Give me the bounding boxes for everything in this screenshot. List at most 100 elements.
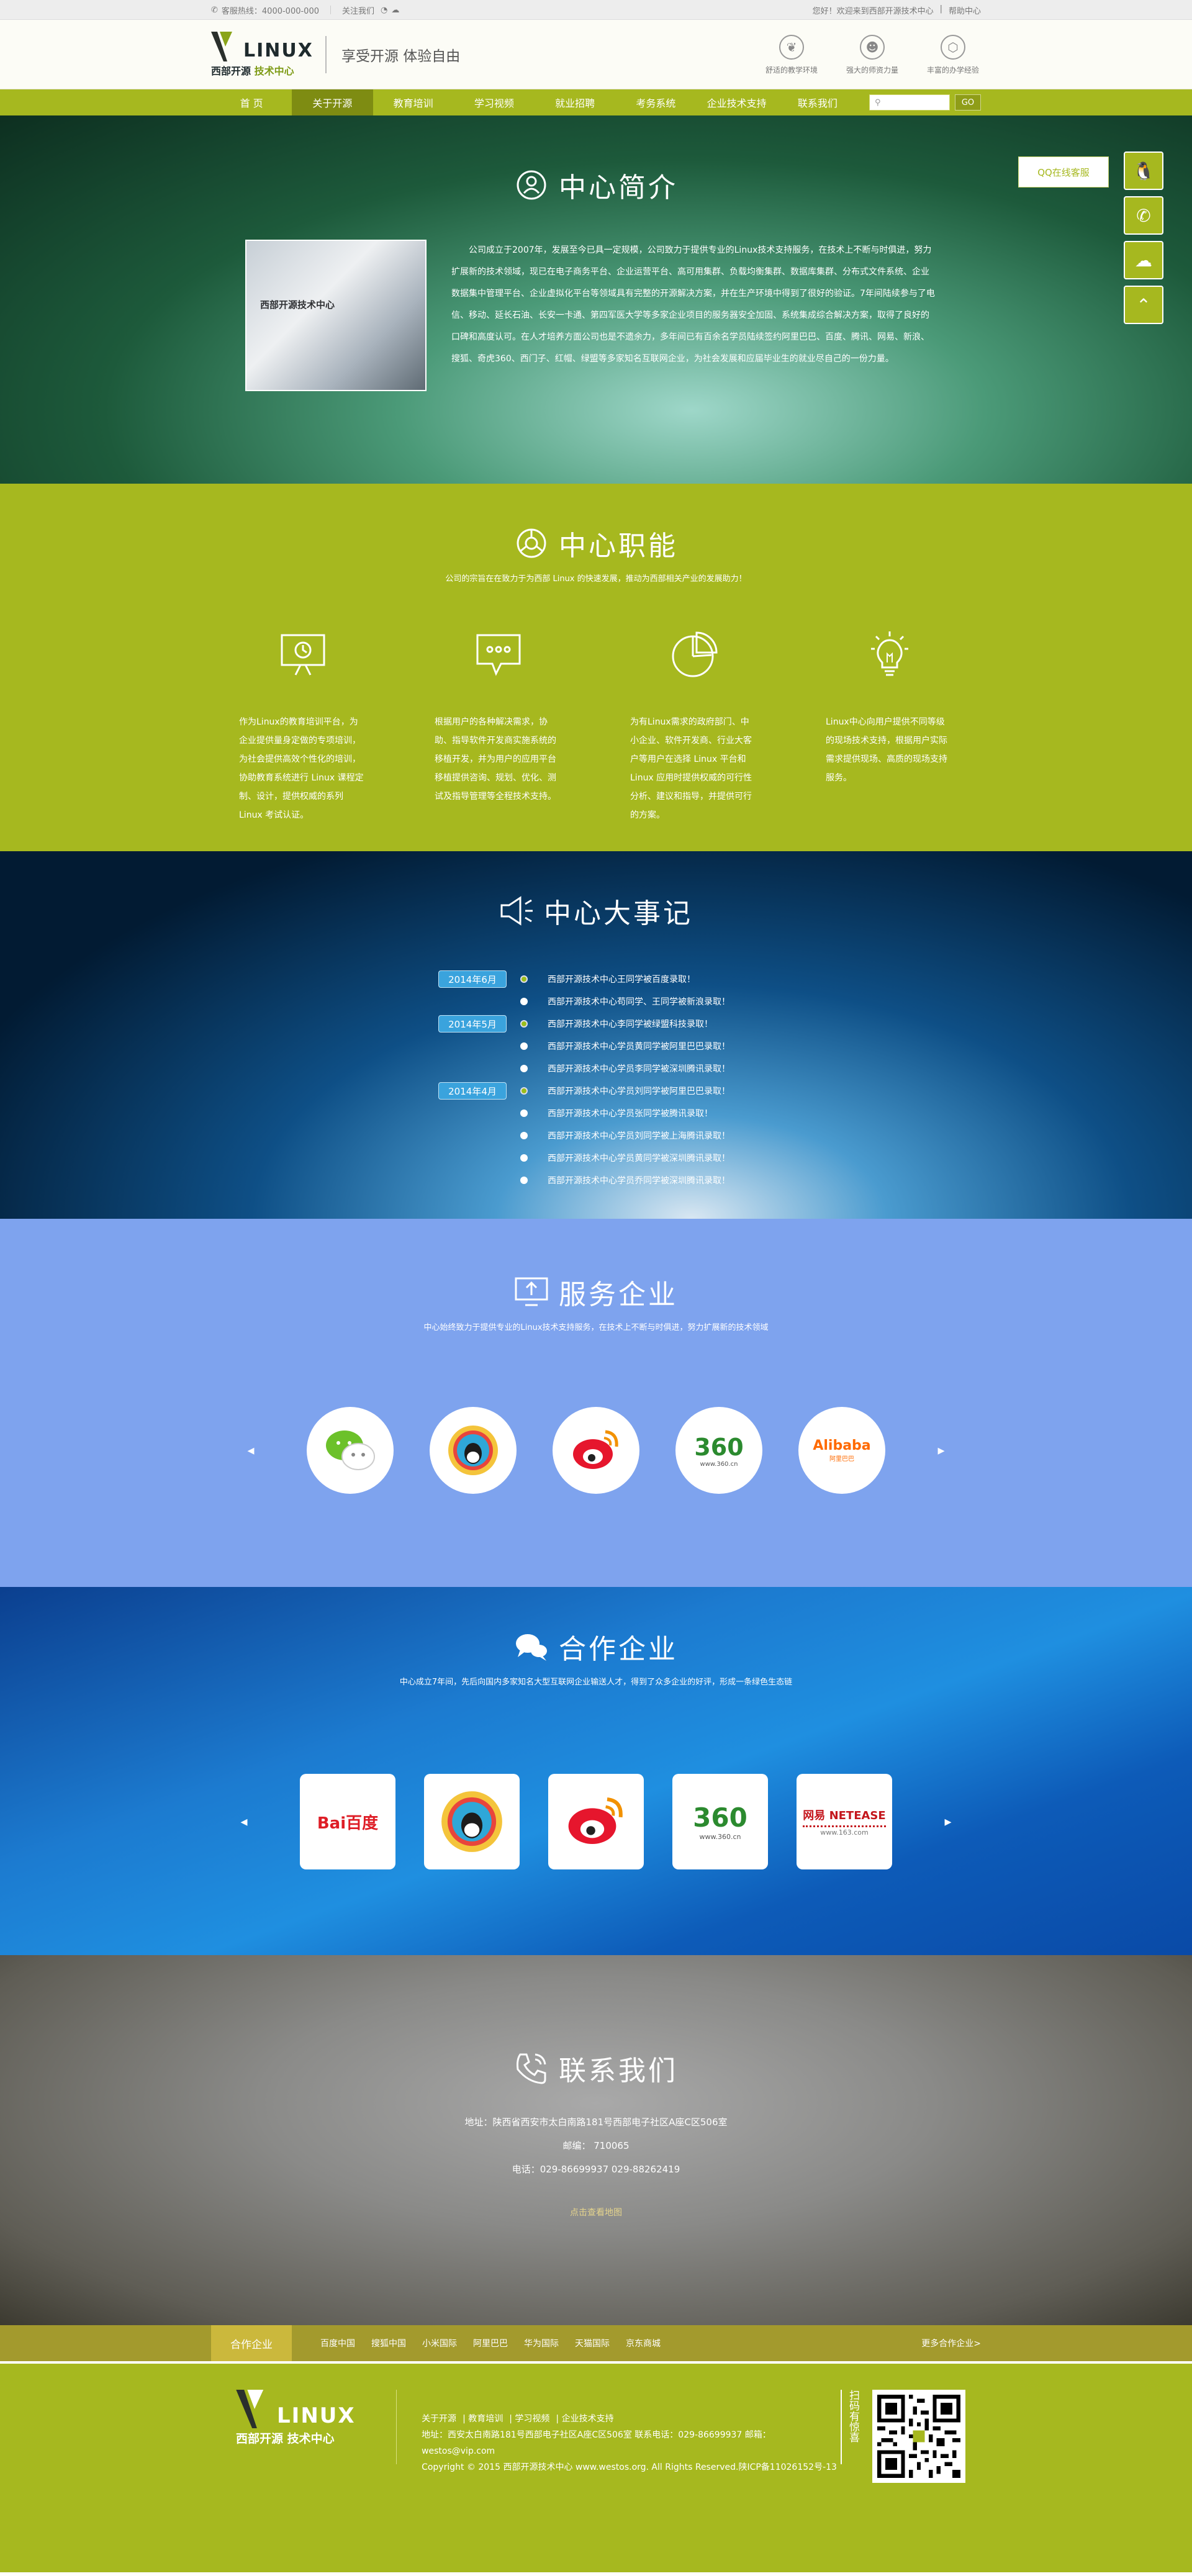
partner-link[interactable]: 小米国际 [422,2337,457,2349]
search-input[interactable]: ⚲ [869,94,950,111]
logo-word: LINUX [243,40,314,61]
contact-postcode: 邮编： 710065 [562,2140,630,2151]
partner-link[interactable]: 阿里巴巴 [473,2337,508,2349]
nav-exam[interactable]: 考务系统 [615,89,696,115]
footer-copyright: Copyright © 2015 西部开源技术中心 www.westos.org… [422,2462,837,2472]
chat-bubble-icon [471,627,526,683]
carousel-prev-button[interactable]: ◂ [238,1443,263,1458]
functions-section: 中心职能 公司的宗旨在在致力于为西部 Linux 的快速发展，推动为西部相关产业… [0,484,1192,851]
event-row: 西部开源技术中心苟同学、王同学被新浪录取！ [438,990,1192,1013]
service-subtitle: 中心始终致力于提供专业的Linux技术支持服务，在技术上不断与时俱进，努力扩展新… [423,1323,769,1332]
welcome-text: 您好！欢迎来到西部开源技术中心 [812,6,934,16]
megaphone-icon [499,893,534,928]
logo[interactable]: LINUX 西部开源 技术中心 [211,32,317,78]
footer-link[interactable]: 企业技术支持 [562,2414,614,2424]
footer: LINUX 西部开源 技术中心 关于开源 | 教育培训 | 学习视频 | 企业技术支持… [0,2361,1192,2572]
pie-chart-icon [666,627,722,683]
360-logo[interactable]: 360 www.360.cn [672,1774,768,1869]
feature-experience: ⬡ 丰富的办学经验 [925,34,981,75]
weibo-icon[interactable]: ◔ [381,6,387,15]
partner-link[interactable]: 百度中国 [320,2337,355,2349]
team-icon: ☻ [860,34,885,60]
feature-list: ❦ 舒适的教学环境 ☻ 强大的师资力量 ⬡ 丰富的办学经验 [764,34,981,75]
carousel-next-button[interactable]: ▸ [936,1814,960,1830]
partner-links: 百度中国 搜狐中国 小米国际 阿里巴巴 华为国际 天猫国际 京东商城 [320,2337,677,2349]
partner-link[interactable]: 京东商城 [626,2337,661,2349]
intro-section: 中心简介 西部开源技术中心 公司成立于2007年，发展至今已具一定规模，公司致力… [0,115,1192,484]
events-title: 中心大事记 [0,891,1192,931]
nav-jobs[interactable]: 就业招聘 [535,89,615,115]
floating-sidebar: QQ在线客服 🐧 ✆ ☁ ⌃ [1018,151,1163,330]
footer-logo[interactable]: LINUX 西部开源 技术中心 [236,2390,371,2446]
back-to-top-button[interactable]: ⌃ [1124,286,1163,324]
partners-section: 合作企业 中心成立7年间，先后向国内多家知名大型互联网企业输送人才，得到了众多企… [0,1587,1192,1955]
service-carousel: ◂ 360 www.360.cn Alibaba 阿里巴巴 ▸ [0,1407,1192,1494]
office-photo: 西部开源技术中心 [245,240,427,391]
events-section: 中心大事记 2014年6月 西部开源技术中心王同学被百度录取！ 西部开源技术中心苟… [0,851,1192,1219]
footer-links: 关于开源 | 教育培训 | 学习视频 | 企业技术支持 [422,2414,614,2424]
divider [330,6,331,14]
qq-logo[interactable] [430,1407,517,1494]
wechat-icon[interactable]: ☁ [391,6,399,15]
partner-link[interactable]: 华为国际 [524,2337,559,2349]
event-row: 西部开源技术中心学员张同学被腾讯录取！ [438,1102,1192,1124]
function-training: 作为Linux的教育培训平台，为企业提供量身定做的专项培训，为社会提供高效个性化… [239,627,366,825]
help-center-link[interactable]: 帮助中心 [949,4,981,16]
footer-address: 地址：西安太白南路181号西部电子社区A座C区506室 联系电话：029-866… [422,2430,771,2456]
view-map-link[interactable]: 点击查看地图 [0,2206,1192,2218]
logo-v-icon [236,2390,264,2428]
alibaba-logo[interactable]: Alibaba 阿里巴巴 [798,1407,885,1494]
qq-online-service[interactable]: QQ在线客服 [1018,156,1109,188]
contact-title: 联系我们 [0,2048,1192,2088]
nav-contact[interactable]: 联系我们 [777,89,858,115]
nav-about[interactable]: 关于开源 [292,89,373,115]
follow-label: 关注我们 [342,6,375,16]
hotline-text: 客服热线：4000-000-000 [221,6,319,16]
logo-subtitle: 西部开源 技术中心 [211,65,294,77]
function-consulting: 为有Linux需求的政府部门、中小企业、软件开发商、行业大客户等用户在选择 Li… [630,627,757,825]
phone-button[interactable]: ✆ [1124,196,1163,235]
carousel-next-button[interactable]: ▸ [929,1443,954,1458]
nav-enterprise-support[interactable]: 企业技术支持 [697,89,777,115]
partner-links-label: 合作企业 [211,2325,292,2361]
footer-link[interactable]: 教育培训 [468,2414,503,2424]
footer-link[interactable]: 关于开源 [422,2414,456,2424]
contact-info: 地址：陕西省西安市太白南路181号西部电子社区A座C区506室 邮编： 7100… [0,2110,1192,2181]
feature-teachers: ☻ 强大的师资力量 [844,34,900,75]
partner-link[interactable]: 搜狐中国 [371,2337,406,2349]
qr-label: 扫码有惊喜 [841,2390,861,2464]
event-row: 2014年4月 西部开源技术中心学员刘同学被阿里巴巴录取！ [438,1080,1192,1102]
baidu-logo[interactable]: Bai百度 [300,1774,395,1869]
contact-section: 联系我们 地址：陕西省西安市太白南路181号西部电子社区A座C区506室 邮编：… [0,1955,1192,2325]
carousel-prev-button[interactable]: ◂ [232,1814,256,1830]
event-row: 2014年6月 西部开源技术中心王同学被百度录取！ [438,968,1192,990]
phone-icon: ✆ [1136,205,1151,226]
netease-logo[interactable]: 网易 NETEASE www.163.com [797,1774,892,1869]
functions-list: 作为Linux的教育培训平台，为企业提供量身定做的专项培训，为社会提供高效个性化… [0,627,1192,825]
qr-block: 扫码有惊喜 [841,2390,965,2483]
monitor-icon [514,1275,549,1309]
partners-title: 合作企业 [0,1627,1192,1666]
search-button[interactable]: GO [955,94,981,111]
wechat-logo[interactable] [307,1407,394,1494]
follow-us: 关注我们 ◔ ☁ [342,4,403,16]
nav-home[interactable]: 首 页 [211,89,292,115]
intro-text: 公司成立于2007年，发展至今已具一定规模，公司致力于提供专业的Linux技术支… [451,245,935,364]
partners-carousel: ◂ Bai百度 360 www.360.cn 网易 NETEASE www.16… [0,1774,1192,1869]
footer-link[interactable]: 学习视频 [515,2414,549,2424]
main-nav: 首 页 关于开源 教育培训 学习视频 就业招聘 考务系统 企业技术支持 联系我们… [0,89,1192,115]
360-logo[interactable]: 360 www.360.cn [675,1407,762,1494]
nav-videos[interactable]: 学习视频 [454,89,535,115]
weibo-logo[interactable] [553,1407,639,1494]
qq-button[interactable]: 🐧 [1124,151,1163,190]
event-timeline: 2014年6月 西部开源技术中心王同学被百度录取！ 西部开源技术中心苟同学、王同学… [438,968,1192,1191]
nav-training[interactable]: 教育培训 [373,89,454,115]
event-row: 西部开源技术中心学员黄同学被深圳腾讯录取！ [438,1147,1192,1169]
footer-info: 关于开源 | 教育培训 | 学习视频 | 企业技术支持 地址：西安太白南路181号西部… [422,2411,841,2475]
qq-logo[interactable] [424,1774,520,1869]
wechat-button[interactable]: ☁ [1124,241,1163,279]
function-support: 根据用户的各种解决需求，协助、指导软件开发商实施系统的移植开发，并为用户的应用平… [435,627,562,825]
more-partners-link[interactable]: 更多合作企业> [921,2337,981,2349]
partner-link[interactable]: 天猫国际 [575,2337,610,2349]
weibo-logo[interactable] [548,1774,644,1869]
